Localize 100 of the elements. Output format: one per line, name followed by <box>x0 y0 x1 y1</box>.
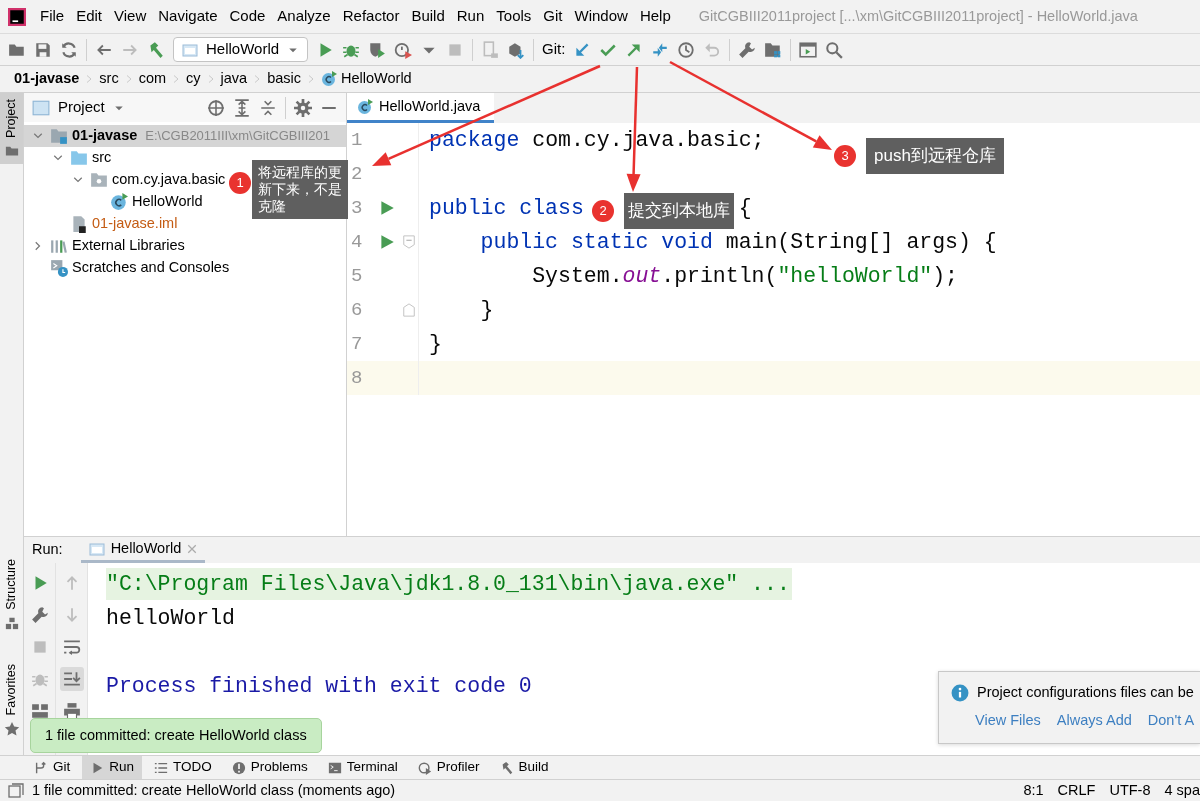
chevron-icon <box>172 72 181 86</box>
collapse-all-icon[interactable] <box>259 98 277 117</box>
breadcrumb-item[interactable]: cy <box>186 68 201 90</box>
soft-wrap-icon[interactable] <box>62 638 81 656</box>
square-icon[interactable] <box>8 782 24 799</box>
status-item[interactable]: CRLF <box>1057 779 1096 801</box>
side-tab[interactable]: Structure <box>0 552 23 636</box>
layout-icon[interactable] <box>30 702 49 720</box>
editor-tab[interactable]: HelloWorld.java <box>347 93 495 123</box>
tool-window-tab[interactable]: Problems <box>223 755 316 780</box>
chevron-icon <box>307 72 316 86</box>
close-icon[interactable] <box>187 543 198 554</box>
console-line: Process finished with exit code 0 <box>106 672 532 700</box>
menu-item[interactable]: Navigate <box>152 5 224 28</box>
menu-item[interactable]: File <box>34 5 71 28</box>
chevron-icon <box>124 72 133 86</box>
breadcrumb-item[interactable]: HelloWorld <box>321 68 412 90</box>
menu-item[interactable]: Analyze <box>271 5 337 28</box>
tool-window-tab[interactable]: TODO <box>146 755 220 780</box>
line-number: 3 <box>350 195 364 221</box>
tree-item[interactable]: src <box>24 147 118 169</box>
side-tab[interactable]: Favorites <box>0 657 23 743</box>
status-item[interactable]: 8:1 <box>1023 779 1044 801</box>
shield-run-icon[interactable] <box>368 40 387 59</box>
menu-item[interactable]: Edit <box>70 5 109 28</box>
tree-item-label: src <box>92 148 112 168</box>
search-icon[interactable] <box>825 40 844 59</box>
locate-icon[interactable] <box>207 98 225 117</box>
breadcrumb-item[interactable]: basic <box>267 68 302 90</box>
line-number: 2 <box>350 161 364 187</box>
tree-item-label: com.cy.java.basic <box>112 170 226 190</box>
package-icon[interactable] <box>507 40 526 59</box>
notification-link[interactable]: View Files <box>975 709 1041 732</box>
tree-item[interactable]: External Libraries <box>24 235 191 257</box>
settings-icon[interactable] <box>294 98 312 117</box>
line-number: 6 <box>350 297 364 323</box>
menu-item[interactable]: Code <box>223 5 272 28</box>
menu-item[interactable]: Build <box>405 5 451 28</box>
breadcrumb-item[interactable]: 01-javase <box>14 68 80 90</box>
class-icon <box>321 71 338 87</box>
tree-item[interactable]: 01-javase.iml <box>24 213 184 235</box>
tool-window-tab[interactable]: Build <box>491 755 557 780</box>
list-icon <box>154 760 169 775</box>
panel-icon <box>32 98 50 117</box>
tool-window-tab[interactable]: Run <box>82 755 143 780</box>
menu-item[interactable]: Help <box>633 5 677 28</box>
menu-item[interactable]: Run <box>450 5 491 28</box>
tree-item[interactable]: Scratches and Consoles <box>24 257 236 279</box>
status-item[interactable]: UTF-8 <box>1109 779 1151 801</box>
hammer-icon[interactable] <box>147 40 165 59</box>
console-line: helloWorld <box>106 604 236 632</box>
annotation-callout: 将远程库的更新下来，不是克隆 <box>252 160 348 219</box>
wrench-icon[interactable] <box>30 606 49 624</box>
line-number: 1 <box>350 127 364 153</box>
notification-link[interactable]: Don't A <box>1147 709 1195 732</box>
panel-title[interactable]: Project <box>58 96 105 119</box>
run-window-icon[interactable] <box>799 40 818 59</box>
line-number: 8 <box>350 365 364 391</box>
annotation-callout: push到远程仓库 <box>866 138 1004 174</box>
status-message: 1 file committed: create HelloWorld class (moments ago) <box>32 780 396 800</box>
breadcrumb-item[interactable]: java <box>220 68 248 90</box>
package-folder-icon <box>90 171 108 189</box>
menu-item[interactable]: Tools <box>490 5 538 28</box>
breadcrumb-item[interactable]: src <box>99 68 119 90</box>
notification-link[interactable]: Always Add <box>1056 709 1132 732</box>
module-folder-icon <box>50 127 68 145</box>
save-icon[interactable] <box>34 40 52 59</box>
code-line: public static void main(String[] args) { <box>479 228 997 256</box>
libraries-icon <box>50 237 68 255</box>
run-configuration-dropdown[interactable]: HelloWorld <box>173 37 309 62</box>
folder-grid-icon[interactable] <box>764 40 783 59</box>
code-line: } <box>428 330 442 358</box>
menu-item[interactable]: Refactor <box>336 5 406 28</box>
tool-window-tab[interactable]: Profiler <box>409 755 488 780</box>
tree-item[interactable]: com.cy.java.basic <box>24 169 232 191</box>
tree-item-label: HelloWorld <box>132 192 203 212</box>
sync-icon[interactable] <box>60 40 78 59</box>
history-icon[interactable] <box>677 40 696 59</box>
tree-item-label: Scratches and Consoles <box>72 258 230 278</box>
profiler-icon[interactable] <box>394 40 413 59</box>
menu-item[interactable]: View <box>108 5 153 28</box>
tree-item-label: External Libraries <box>72 236 185 256</box>
wrench-icon[interactable] <box>738 40 757 59</box>
fold-icon[interactable] <box>402 235 417 249</box>
tree-item-label: 01-javase.iml <box>92 214 178 234</box>
annotation-callout: 提交到本地库 <box>624 193 734 229</box>
code-line: public class <box>428 194 584 222</box>
menu-item[interactable]: Window <box>568 5 634 28</box>
info-icon <box>951 683 969 702</box>
tree-item-path: E:\CGB2011III\xm\GitCGBIII201 <box>145 127 331 146</box>
tool-window-tab[interactable]: Terminal <box>319 755 406 780</box>
status-item[interactable]: 4 spa <box>1164 779 1200 801</box>
menu-item[interactable]: Git <box>537 5 569 28</box>
breadcrumb-item[interactable]: com <box>138 68 167 90</box>
profiler-icon <box>417 760 432 775</box>
tool-window-tab[interactable]: Git <box>26 755 79 780</box>
tree-item[interactable]: HelloWorld <box>24 191 209 213</box>
side-tab[interactable]: Project <box>0 93 23 164</box>
tree-item[interactable]: 01-javase E:\CGB2011III\xm\GitCGBIII201 <box>24 125 346 147</box>
expand-all-icon[interactable] <box>233 98 251 117</box>
